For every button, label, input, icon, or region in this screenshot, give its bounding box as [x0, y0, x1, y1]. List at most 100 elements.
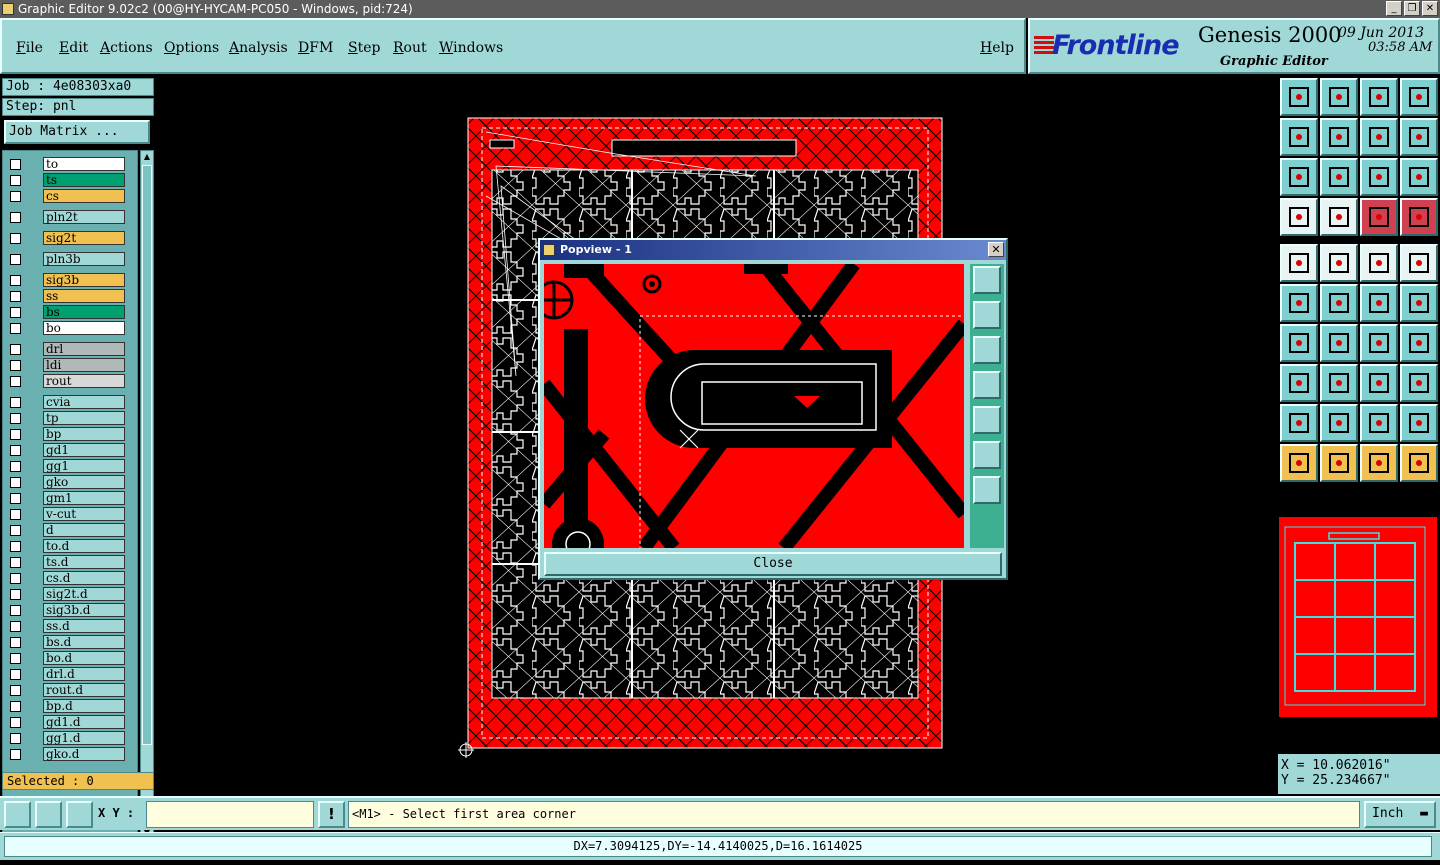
layer-row-ss-d[interactable]: ss.d: [7, 619, 127, 633]
window-split-icon[interactable]: [1400, 78, 1438, 116]
align-icon[interactable]: [1400, 324, 1438, 362]
layer-row-to[interactable]: to: [7, 157, 127, 171]
layer-row-ts[interactable]: ts: [7, 173, 127, 187]
layer-checkbox[interactable]: [10, 376, 21, 387]
scroll-up-icon[interactable]: ▲: [142, 152, 152, 162]
xy-input[interactable]: [146, 801, 314, 828]
popview-fit-icon[interactable]: [973, 441, 1001, 469]
layer-checkbox[interactable]: [10, 685, 21, 696]
layer-checkbox[interactable]: [10, 445, 21, 456]
layer-row-pln2t[interactable]: pln2t: [7, 210, 127, 224]
select-pad-icon[interactable]: [1280, 364, 1318, 402]
layer-label[interactable]: gko.d: [43, 747, 125, 761]
layer-checkbox[interactable]: [10, 191, 21, 202]
popview-titlebar[interactable]: Popview - 1: [540, 240, 1006, 260]
layer-label[interactable]: ts.d: [43, 555, 125, 569]
layer-checkbox[interactable]: [10, 701, 21, 712]
layer-row-drl-d[interactable]: drl.d: [7, 667, 127, 681]
layer-row-gg1[interactable]: gg1: [7, 459, 127, 473]
layer-label[interactable]: v-cut: [43, 507, 125, 521]
layer-label[interactable]: gd1.d: [43, 715, 125, 729]
layer-row-bs[interactable]: bs: [7, 305, 127, 319]
layer-checkbox[interactable]: [10, 429, 21, 440]
select-net-icon[interactable]: [1400, 444, 1438, 482]
layer-checkbox[interactable]: [10, 291, 21, 302]
layer-checkbox[interactable]: [10, 717, 21, 728]
layer-label[interactable]: sig2t: [43, 231, 125, 245]
layer-checkbox[interactable]: [10, 493, 21, 504]
layer-checkbox[interactable]: [10, 212, 21, 223]
layer-checkbox[interactable]: [10, 509, 21, 520]
slash-icon[interactable]: [1320, 324, 1358, 362]
menu-help[interactable]: Help: [980, 40, 1014, 56]
zoom-down-icon[interactable]: [1320, 78, 1358, 116]
menu-windows[interactable]: Windows: [439, 40, 503, 56]
select-marquee-icon[interactable]: [1360, 444, 1398, 482]
center-icon[interactable]: [1320, 158, 1358, 196]
route-b-icon[interactable]: [1400, 284, 1438, 322]
popview-pan-right-icon[interactable]: [973, 406, 1001, 434]
pan-left-icon[interactable]: [1280, 118, 1318, 156]
layer-checkbox[interactable]: [10, 275, 21, 286]
route-a-icon[interactable]: [1360, 284, 1398, 322]
symbol-icon[interactable]: [1360, 364, 1398, 402]
layer-row-cs-d[interactable]: cs.d: [7, 571, 127, 585]
layer-label[interactable]: rout: [43, 374, 125, 388]
menu-analysis[interactable]: Analysis: [229, 40, 288, 56]
pad-icon[interactable]: [1280, 244, 1318, 282]
layer-label[interactable]: gg1: [43, 459, 125, 473]
layer-row-bo-d[interactable]: bo.d: [7, 651, 127, 665]
popview-canvas[interactable]: [544, 264, 964, 548]
layer-row-tp[interactable]: tp: [7, 411, 127, 425]
select-box-icon[interactable]: [1320, 444, 1358, 482]
triangle-d-icon[interactable]: [1400, 404, 1438, 442]
layer-checkbox[interactable]: [10, 344, 21, 355]
menu-options[interactable]: Options: [164, 40, 219, 56]
layer-label[interactable]: pln2t: [43, 210, 125, 224]
layer-row-sig2t[interactable]: sig2t: [7, 231, 127, 245]
layer-label[interactable]: pln3b: [43, 252, 125, 266]
layer-checkbox[interactable]: [10, 397, 21, 408]
layer-checkbox[interactable]: [10, 307, 21, 318]
layer-row-gg1-d[interactable]: gg1.d: [7, 731, 127, 745]
angle-icon[interactable]: [1280, 324, 1318, 362]
layer-row-v-cut[interactable]: v-cut: [7, 507, 127, 521]
step-rotate-icon[interactable]: [1360, 118, 1398, 156]
layer-label[interactable]: to: [43, 157, 125, 171]
layer-checkbox[interactable]: [10, 605, 21, 616]
layer-label[interactable]: cvia: [43, 395, 125, 409]
layer-row-bo[interactable]: bo: [7, 321, 127, 335]
pan-right-icon[interactable]: [1320, 118, 1358, 156]
layer-row-sig2t-d[interactable]: sig2t.d: [7, 587, 127, 601]
popview-pan-up-icon[interactable]: [973, 301, 1001, 329]
layer-row-pln3b[interactable]: pln3b: [7, 252, 127, 266]
shape-icon[interactable]: [1400, 364, 1438, 402]
layer-label[interactable]: rout.d: [43, 683, 125, 697]
layer-checkbox[interactable]: [10, 621, 21, 632]
layer-checkbox[interactable]: [10, 733, 21, 744]
menu-rout[interactable]: Rout: [393, 40, 427, 56]
layer-label[interactable]: tp: [43, 411, 125, 425]
layer-row-d[interactable]: d: [7, 523, 127, 537]
triangle-a-icon[interactable]: [1280, 404, 1318, 442]
layer-row-bp[interactable]: bp: [7, 427, 127, 441]
snap-icon[interactable]: [4, 801, 31, 828]
layer-label[interactable]: bo: [43, 321, 125, 335]
popview-pan-left-icon[interactable]: [973, 371, 1001, 399]
layout-icon[interactable]: [1320, 198, 1358, 236]
help-icon[interactable]: [1400, 158, 1438, 196]
layer-checkbox[interactable]: [10, 653, 21, 664]
layer-label[interactable]: cs.d: [43, 571, 125, 585]
layer-row-ts-d[interactable]: ts.d: [7, 555, 127, 569]
ruler-icon[interactable]: [1360, 244, 1398, 282]
close-window-button[interactable]: ✕: [1422, 1, 1438, 16]
triangle-c-icon[interactable]: [1360, 404, 1398, 442]
grid-icon[interactable]: [66, 801, 93, 828]
layer-label[interactable]: ldi: [43, 358, 125, 372]
arc-icon[interactable]: [1360, 324, 1398, 362]
layer-row-cvia[interactable]: cvia: [7, 395, 127, 409]
layer-checkbox[interactable]: [10, 461, 21, 472]
layer-row-gko[interactable]: gko: [7, 475, 127, 489]
layer-checkbox[interactable]: [10, 360, 21, 371]
menu-file[interactable]: File: [16, 40, 43, 56]
